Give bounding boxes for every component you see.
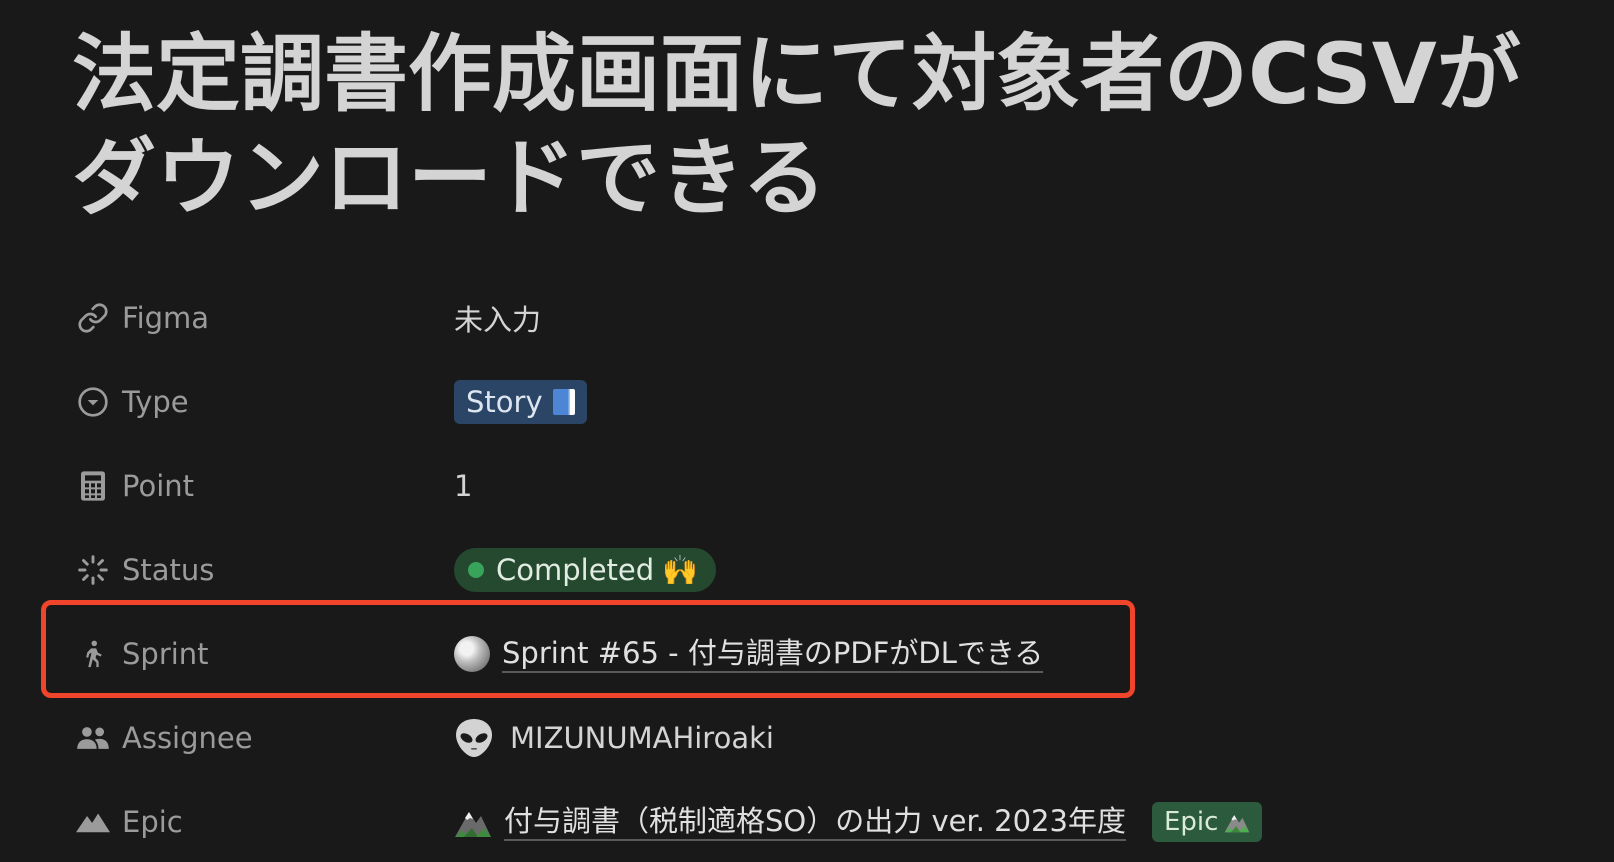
status-spinner-icon [76,553,110,587]
mountain-icon [76,805,110,839]
property-value-type[interactable]: Story [454,360,587,444]
status-badge[interactable]: Completed 🙌 [454,548,717,592]
assignee-name[interactable]: MIZUNUMAHiroaki [510,721,774,755]
properties-panel: Figma 未入力 Type Story Point 1 Status Comp… [72,276,1572,862]
people-icon [76,721,110,755]
property-row-epic[interactable]: Epic 付与調書（税制適格SO）の出力 ver. 2023年度 Epic [72,780,1572,862]
property-label-text: Status [122,553,215,587]
property-row-point[interactable]: Point 1 [72,444,1572,528]
property-value-point[interactable]: 1 [454,444,472,528]
property-label-text: Figma [122,301,210,335]
property-label-text: Type [122,385,189,419]
status-dot-icon [468,562,484,578]
page-title[interactable]: 法定調書作成画面にて対象者のCSVがダウンロードできる [72,22,1592,230]
property-row-type[interactable]: Type Story [72,360,1572,444]
mountain-emoji-icon [454,806,492,838]
property-label-point[interactable]: Point [76,444,194,528]
property-value-epic[interactable]: 付与調書（税制適格SO）の出力 ver. 2023年度 Epic [454,780,1263,862]
epic-link-text[interactable]: 付与調書（税制適格SO）の出力 ver. 2023年度 [504,803,1126,841]
property-label-text: Assignee [122,721,253,755]
link-icon [76,301,110,335]
property-label-figma[interactable]: Figma [76,276,209,360]
property-label-type[interactable]: Type [76,360,189,444]
status-badge-label: Completed [496,553,655,587]
property-label-text: Epic [122,805,183,839]
sprint-highlight-box [41,600,1135,698]
property-value-figma[interactable]: 未入力 [454,276,541,360]
mountain-emoji-icon [1225,815,1250,833]
property-value-assignee[interactable]: MIZUNUMAHiroaki [454,696,774,780]
type-tag[interactable]: Story [454,380,587,424]
property-row-figma[interactable]: Figma 未入力 [72,276,1572,360]
select-circle-icon [76,385,110,419]
alien-avatar [454,717,494,759]
epic-tag[interactable]: Epic [1151,802,1263,842]
property-row-assignee[interactable]: Assignee MIZUNUMAHiroaki [72,696,1572,780]
blue-book-icon [552,389,575,415]
epic-tag-label: Epic [1163,807,1219,837]
type-tag-label: Story [466,385,543,419]
property-label-epic[interactable]: Epic [76,780,183,862]
property-label-text: Point [122,469,195,503]
calculator-icon [76,469,110,503]
epic-relation-link[interactable]: 付与調書（税制適格SO）の出力 ver. 2023年度 [454,803,1126,841]
property-label-assignee[interactable]: Assignee [76,696,253,780]
raising-hands-icon: 🙌 [662,552,699,587]
